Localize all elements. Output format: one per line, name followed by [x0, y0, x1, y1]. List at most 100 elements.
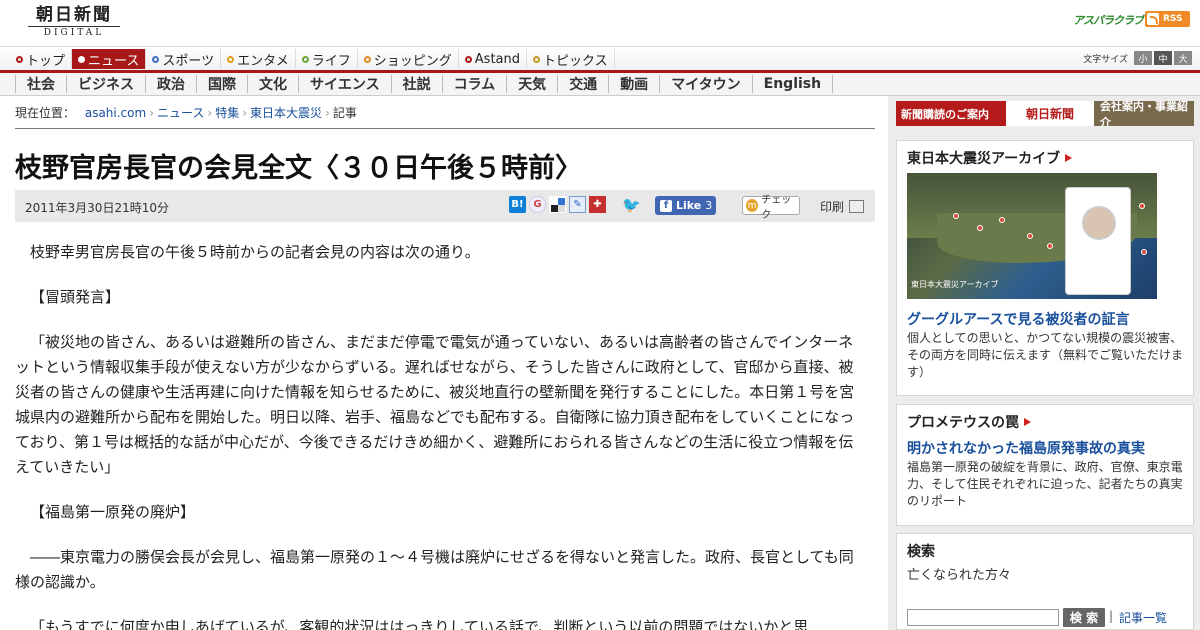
main-nav-item[interactable]: トピックス [527, 49, 615, 69]
sub-nav-item[interactable]: 社会 [15, 75, 66, 93]
prometheus-heading-text: プロメテウスの罠 [907, 415, 1019, 431]
breadcrumb-prefix: 現在位置： [15, 106, 76, 120]
map-pin [1047, 243, 1053, 249]
delicious-icon[interactable] [549, 196, 566, 213]
google-bookmark-icon[interactable]: G [529, 196, 546, 213]
twitter-icon[interactable]: 🐦 [622, 196, 641, 214]
printer-icon [849, 200, 865, 213]
search-box: 検索 亡くなられた方々 検 索 | 記事一覧 [896, 533, 1194, 630]
font-size-label: 文字サイズ [1083, 54, 1128, 65]
main-nav: トップ ニュース スポーツ エンタメ ライフ ショッピング Astand トピックス 文字サイ… [0, 46, 1200, 70]
article-paragraph: 【冒頭発言】 [30, 288, 121, 306]
social-share-icons: B! G ✎ ✚ 🐦 [509, 196, 643, 214]
site-header: 朝日新聞 DIGITAL アスパラクラブ RSS [0, 0, 1200, 46]
sub-nav-item[interactable]: 動画 [608, 75, 659, 93]
font-size-large-button[interactable]: 大 [1174, 51, 1192, 65]
breadcrumb-item[interactable]: asahi.com [85, 106, 146, 120]
nav-bullet-icon [78, 55, 86, 63]
main-nav-item[interactable]: エンタメ [221, 49, 296, 69]
rss-label: RSS [1163, 14, 1183, 24]
mixi-icon: m [746, 199, 759, 212]
archive-heading-text: 東日本大震災アーカイブ [907, 151, 1061, 167]
facebook-like-count: 3 [705, 199, 713, 212]
article-paragraph: ――東京電力の勝俣会長が会見し、福島第一原発の１～４号機は廃炉にせざるを得ないと… [15, 548, 854, 591]
breadcrumb-separator: › [325, 106, 330, 120]
map-pin [1027, 233, 1033, 239]
nav-bullet-icon [363, 55, 371, 63]
print-label: 印刷 [820, 200, 845, 214]
article-title: 枝野官房長官の会見全文〈３０日午後５時前〉 [15, 153, 582, 184]
mixi-check-label: チェック [761, 194, 792, 221]
breadcrumb-item[interactable]: ニュース [157, 106, 204, 120]
prometheus-box: プロメテウスの罠 明かされなかった福島原発事故の真実 福島第一原発の破綻を背景に… [896, 404, 1194, 526]
mixi-check-button[interactable]: m チェック [742, 195, 800, 221]
testimony-popup [1065, 187, 1131, 295]
nav-bullet-icon [533, 55, 541, 63]
print-button[interactable]: 印刷 [820, 198, 865, 215]
asupara-club-link[interactable]: アスパラクラブ [1073, 12, 1144, 28]
breadcrumb-item: 記事 [332, 106, 357, 120]
prometheus-link[interactable]: 明かされなかった福島原発事故の真実 [907, 438, 1145, 458]
map-caption: 東日本大震災アーカイブ [911, 280, 999, 289]
sub-nav-item[interactable]: 交通 [557, 75, 608, 93]
company-info-banner-link[interactable]: 会社案内・事業紹介 [1094, 100, 1194, 129]
breadcrumb: 現在位置： asahi.com › ニュース › 特集 › 東日本大震災 › 記事 [15, 104, 357, 121]
search-separator: | [1109, 609, 1114, 623]
font-size-medium-button[interactable]: 中 [1154, 51, 1172, 65]
sub-nav-item[interactable]: ビジネス [66, 75, 145, 93]
font-size-small-button[interactable]: 小 [1134, 51, 1152, 65]
livedoor-clip-icon[interactable]: ✎ [569, 196, 586, 213]
asahi-logo[interactable]: 朝日新聞 DIGITAL [28, 5, 120, 39]
nav-bullet-icon [227, 55, 235, 63]
sub-nav-item[interactable]: コラム [441, 75, 507, 93]
article-paragraph: 枝野幸男官房長官の午後５時前からの記者会見の内容は次の通り。 [30, 243, 480, 261]
search-button[interactable]: 検 索 [1063, 608, 1105, 627]
prometheus-heading[interactable]: プロメテウスの罠 [897, 405, 1193, 432]
hatena-bookmark-icon[interactable]: B! [509, 196, 526, 213]
sub-nav-item[interactable]: 天気 [506, 75, 557, 93]
subscription-banner-link[interactable]: 新聞購読のご案内 [896, 101, 1006, 126]
map-pin [953, 213, 959, 219]
font-size-control: 文字サイズ 小 中 大 [1083, 51, 1192, 65]
arrow-right-icon [1065, 154, 1073, 162]
facebook-like-label: Like [676, 199, 702, 212]
sub-nav-item[interactable]: マイタウン [659, 75, 751, 93]
sub-nav: 社会 ビジネス 政治 国際 文化 サイエンス 社説 コラム 天気 交通 動画 マイタウン English [0, 73, 1200, 96]
article-paragraph: 「もうすでに何度か申しあげているが、客観的状況ははっきりしている話で、判断という… [30, 618, 809, 630]
sub-nav-item[interactable]: サイエンス [298, 75, 391, 93]
main-nav-label: トピックス [543, 53, 608, 69]
archive-link[interactable]: グーグルアースで見る被災者の証言 [907, 309, 1129, 329]
google-earth-map-image[interactable]: 東日本大震災アーカイブ [907, 173, 1157, 299]
rss-button[interactable]: RSS [1145, 11, 1190, 27]
sub-nav-item[interactable]: 政治 [145, 75, 196, 93]
search-input[interactable] [907, 609, 1059, 626]
article-list-link[interactable]: 記事一覧 [1119, 609, 1167, 626]
main-nav-item[interactable]: ライフ [296, 49, 358, 69]
main-nav-label: エンタメ [237, 53, 289, 69]
sub-nav-item[interactable]: 文化 [247, 75, 298, 93]
main-nav-item[interactable]: ニュース [72, 49, 147, 69]
sub-nav-item[interactable]: 社説 [390, 75, 442, 93]
logo-text-jp: 朝日新聞 [36, 5, 112, 25]
breadcrumb-item[interactable]: 特集 [215, 106, 239, 120]
facebook-like-button[interactable]: f Like 3 [655, 196, 716, 215]
archive-heading[interactable]: 東日本大震災アーカイブ [897, 141, 1193, 168]
main-nav-item[interactable]: ショッピング [358, 49, 459, 69]
nav-bullet-icon [152, 55, 160, 63]
breadcrumb-separator: › [149, 106, 154, 120]
map-pin [977, 225, 983, 231]
archive-box: 東日本大震災アーカイブ 東日本大震災アーカイブ グーグルアースで見る被災者の証言… [896, 140, 1194, 396]
main-nav-item[interactable]: Astand [459, 49, 528, 69]
main-nav-item[interactable]: スポーツ [146, 49, 222, 69]
breadcrumb-item[interactable]: 東日本大震災 [250, 106, 322, 120]
sub-nav-item[interactable]: English [751, 75, 834, 93]
sub-nav-item[interactable]: 国際 [196, 75, 247, 93]
asahi-banner-logo[interactable]: 朝日新聞 [1006, 101, 1094, 126]
article-paragraph: 「被災地の皆さん、あるいは避難所の皆さん、まだまだ停電で電気が通っていない、ある… [15, 333, 855, 476]
main-nav-label: ショッピング [373, 53, 452, 69]
nav-bullet-icon [301, 55, 309, 63]
main-nav-item[interactable]: トップ [10, 49, 73, 69]
buzzurl-icon[interactable]: ✚ [589, 196, 606, 213]
archive-description: 個人としての思いと、かつてない規模の震災被害、その両方を同時に伝えます（無料でご… [907, 331, 1184, 379]
breadcrumb-separator: › [242, 106, 248, 120]
